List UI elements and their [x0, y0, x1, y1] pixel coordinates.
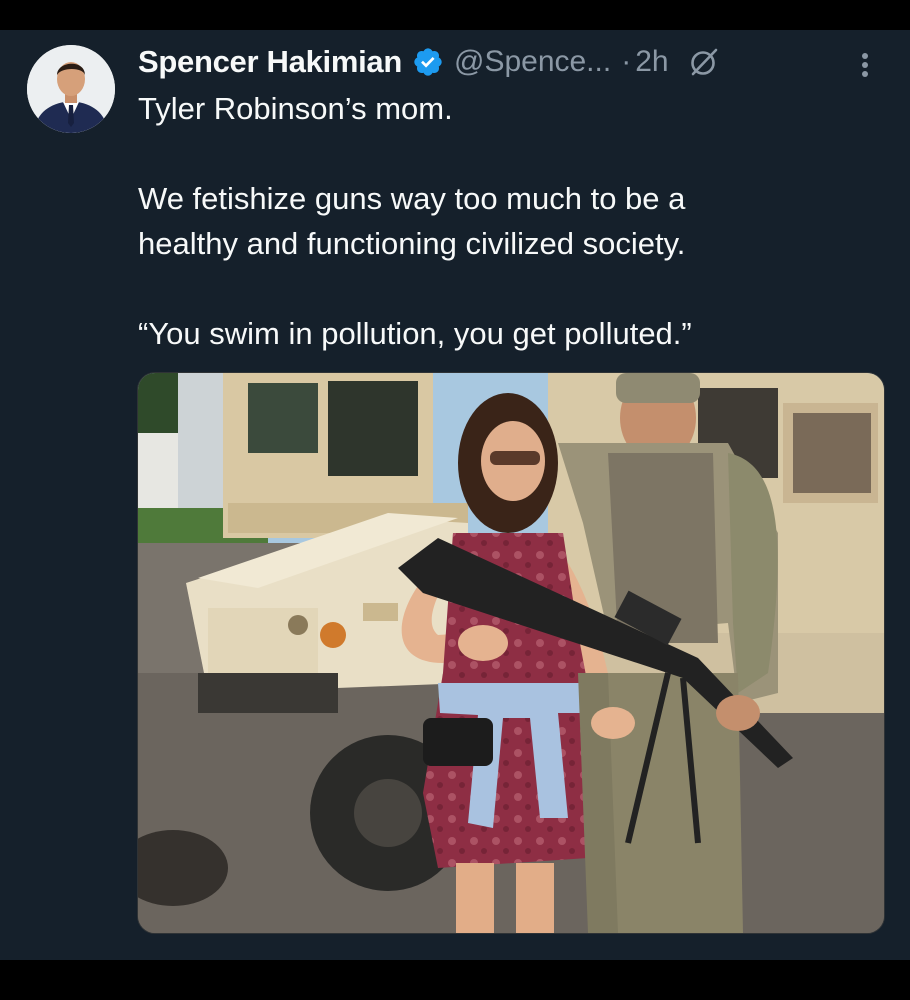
tweet-text: Tyler Robinson’s mom. We fetishize guns … — [138, 86, 878, 356]
tweet-text-line: healthy and functioning civilized societ… — [138, 226, 686, 261]
timestamp[interactable]: 2h — [635, 45, 668, 79]
avatar[interactable] — [27, 45, 115, 133]
tweet-photo[interactable] — [137, 372, 885, 934]
verified-badge-icon — [412, 46, 444, 78]
tweet-card[interactable]: Spencer Hakimian @Spence... · 2h Tyler R… — [0, 30, 910, 960]
author-handle[interactable]: @Spence... — [454, 45, 611, 79]
more-vertical-icon[interactable] — [852, 48, 878, 82]
separator-dot: · — [621, 45, 632, 78]
tweet-text-line: We fetishize guns way too much to be a — [138, 181, 686, 216]
tweet-text-line: “You swim in pollution, you get polluted… — [138, 316, 692, 351]
tweet-header: Spencer Hakimian @Spence... · 2h — [138, 42, 721, 82]
grok-icon[interactable] — [687, 45, 721, 79]
author-name[interactable]: Spencer Hakimian — [138, 44, 402, 80]
status-bar — [0, 0, 910, 30]
bottom-bar — [0, 960, 910, 1000]
tweet-text-line: Tyler Robinson’s mom. — [138, 91, 453, 126]
